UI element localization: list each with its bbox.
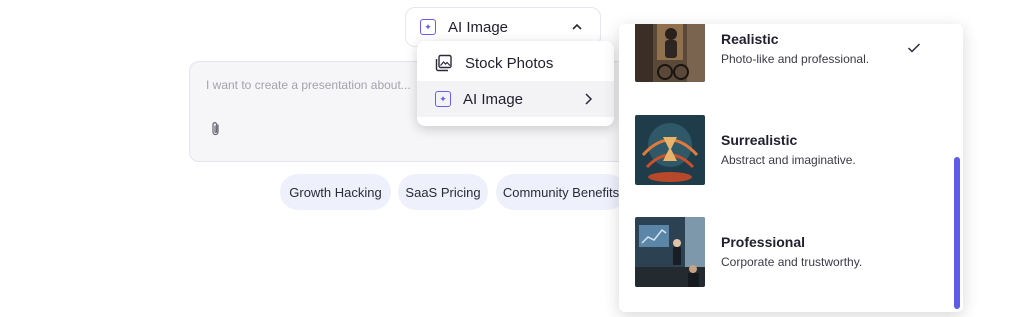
image-type-label: AI Image	[448, 18, 509, 36]
chevron-right-icon	[585, 93, 593, 105]
style-title: Professional	[721, 234, 806, 250]
realistic-thumbnail	[635, 24, 705, 82]
style-description: Abstract and imaginative.	[721, 153, 856, 167]
chevron-up-icon	[572, 23, 582, 30]
style-option-surrealistic[interactable]: Surrealistic Abstract and imaginative.	[619, 114, 949, 204]
sparkle-square-icon: ✦	[420, 19, 436, 35]
surrealistic-thumbnail	[635, 115, 705, 185]
checkmark-icon	[907, 43, 921, 53]
menu-item-label: Stock Photos	[465, 54, 554, 72]
suggestion-chip-label: Community Benefits	[502, 184, 620, 200]
suggestion-chip-label: SaaS Pricing	[405, 184, 481, 200]
style-title: Surrealistic	[721, 132, 798, 148]
style-description: Photo-like and professional.	[721, 52, 870, 66]
professional-thumbnail	[635, 217, 705, 287]
style-option-realistic[interactable]: Realistic Photo-like and professional.	[619, 24, 949, 114]
style-panel-scrollbar[interactable]	[954, 157, 960, 309]
suggestion-chip[interactable]: Growth Hacking	[280, 174, 391, 210]
menu-item-label: AI Image	[463, 90, 524, 108]
menu-item-stock-photos[interactable]: Stock Photos	[417, 45, 614, 81]
image-source-menu: Stock Photos ✦ AI Image	[417, 41, 614, 126]
paperclip-icon[interactable]	[210, 121, 222, 137]
image-stack-icon	[435, 54, 452, 72]
suggestion-chip[interactable]: Community Benefits	[496, 174, 626, 210]
style-title: Realistic	[721, 31, 779, 47]
prompt-placeholder: I want to create a presentation about...	[206, 78, 411, 92]
suggestion-chip-label: Growth Hacking	[289, 184, 382, 200]
image-style-panel: Realistic Photo-like and professional. S…	[619, 24, 963, 312]
style-description: Corporate and trustworthy.	[721, 255, 863, 269]
menu-item-ai-image[interactable]: ✦ AI Image	[417, 81, 614, 117]
sparkle-square-icon: ✦	[435, 91, 451, 107]
style-option-professional[interactable]: Professional Corporate and trustworthy.	[619, 216, 949, 306]
suggestion-chip[interactable]: SaaS Pricing	[398, 174, 488, 210]
